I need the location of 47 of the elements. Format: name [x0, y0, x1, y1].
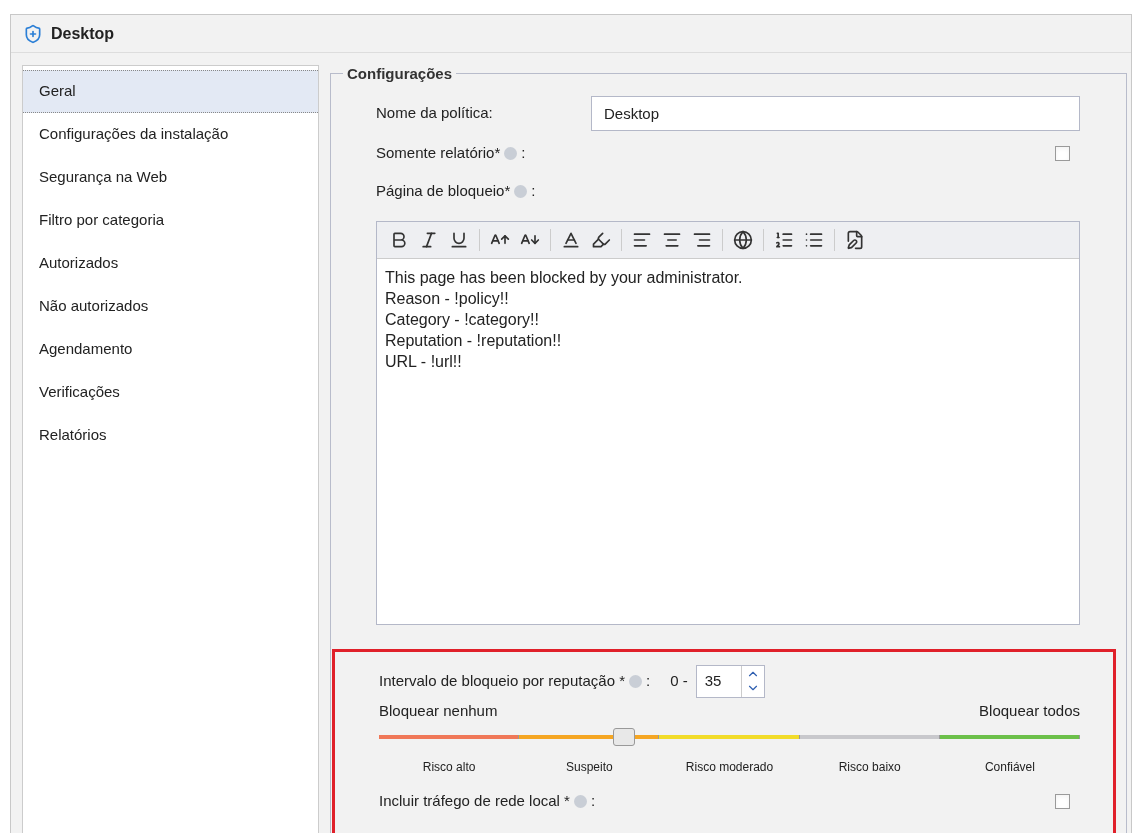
segment-label: Confiável: [984, 759, 1035, 774]
bullet-list-icon[interactable]: [804, 230, 824, 250]
segment-label: Suspeito: [565, 759, 613, 774]
sidebar-item[interactable]: Não autorizados: [23, 285, 318, 328]
highlight-icon[interactable]: [591, 230, 611, 250]
slider-max-label: Bloquear todos: [979, 701, 1080, 721]
sidebar-item[interactable]: Segurança na Web: [23, 156, 318, 199]
align-right-icon[interactable]: [692, 230, 712, 250]
colon: :: [521, 143, 526, 164]
segment-label: Risco baixo: [838, 759, 901, 774]
sidebar-item[interactable]: Relatórios: [23, 414, 318, 457]
policy-name-field[interactable]: Desktop: [591, 95, 1080, 131]
colon: :: [590, 790, 596, 811]
shield-icon: [23, 23, 43, 44]
slider-thumb[interactable]: [613, 727, 636, 746]
align-left-icon[interactable]: [632, 230, 652, 250]
slider-min-label: Bloquear nenhum: [379, 701, 498, 721]
checkbox[interactable]: [1055, 146, 1070, 161]
underline-icon[interactable]: [449, 230, 469, 250]
reputation-slider[interactable]: [379, 726, 1080, 747]
field-label: Incluir tráfego de rede local *: [379, 790, 570, 811]
italic-icon[interactable]: [419, 230, 439, 250]
window-title: Desktop: [51, 23, 115, 44]
numbered-list-icon[interactable]: [774, 230, 794, 250]
segment-label: Risco alto: [422, 759, 476, 774]
field-label: Nome da política:: [376, 102, 494, 123]
segment-label: Risco moderado: [685, 759, 774, 774]
sidebar-item[interactable]: Verificações: [23, 371, 318, 414]
edit-source-icon[interactable]: [845, 230, 865, 250]
field-label: Somente relatório*: [376, 143, 501, 164]
align-center-icon[interactable]: [662, 230, 682, 250]
rich-text-editor[interactable]: This page has been blocked by your administrator. Reason - !policy!! Category - !category!! Reputation - !reputation!! URL - !url!!: [376, 221, 1080, 625]
text-color-icon[interactable]: [561, 230, 581, 250]
colon: :: [646, 670, 651, 691]
sidebar-item[interactable]: Autorizados: [23, 242, 318, 285]
sidebar-item[interactable]: Filtro por categoria: [23, 199, 318, 242]
number-spinner[interactable]: 35: [695, 664, 765, 698]
colon: :: [531, 180, 536, 201]
range-start: 0 -: [670, 670, 688, 691]
sidebar-item[interactable]: Geral: [23, 70, 318, 113]
field-label: Intervalo de bloqueio por reputação *: [379, 670, 625, 691]
editor-content: This page has been blocked by your administrator. Reason - !policy!! Category - !category!! Reputation - !reputation!! URL - !url!!: [384, 268, 744, 372]
globe-icon[interactable]: [733, 230, 753, 250]
field-label: Página de bloqueio*: [376, 180, 511, 201]
checkbox[interactable]: [1055, 793, 1070, 809]
sidebar-item[interactable]: Configurações da instalação: [23, 113, 318, 156]
sidebar-item[interactable]: Agendamento: [23, 328, 318, 371]
